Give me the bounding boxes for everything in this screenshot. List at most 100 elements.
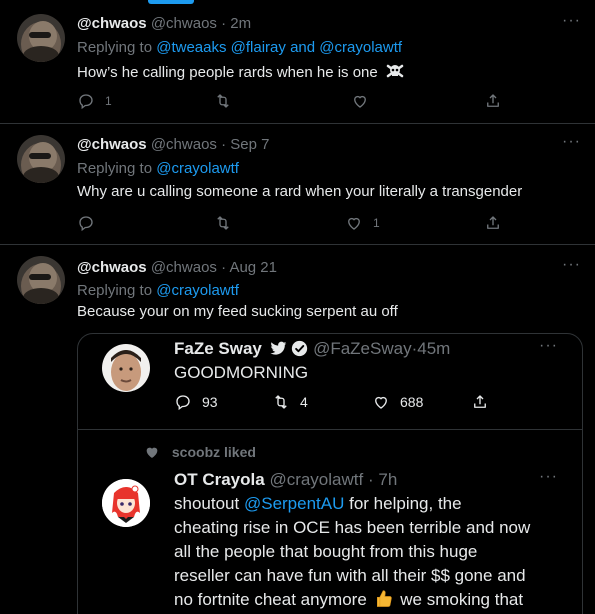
- quoted-tweet-card[interactable]: FaZe Sway @FaZeSway·45m ··· GOODMORNING …: [77, 333, 583, 614]
- more-options-icon[interactable]: ···: [562, 12, 581, 30]
- more-options-icon[interactable]: ···: [539, 337, 558, 355]
- quoted-tweet-text: GOODMORNING: [174, 363, 309, 382]
- like-count: 688: [400, 394, 424, 410]
- reply-button[interactable]: 1: [77, 92, 112, 110]
- separator-dot: ·: [367, 470, 374, 489]
- heart-filled-icon: [146, 447, 158, 458]
- like-button[interactable]: 1: [345, 214, 380, 232]
- tweet-text: Why are u calling someone a rard when yo…: [77, 183, 523, 200]
- text-segment: no fortnite cheat anymore: [174, 590, 367, 609]
- skull-and-crossbones-icon: [386, 64, 404, 78]
- replying-prefix: Replying to: [77, 282, 153, 299]
- retweet-icon: [275, 395, 287, 409]
- separator-dot: ·: [221, 15, 227, 32]
- quoted-tweet-header: FaZe Sway @FaZeSway·45m: [174, 339, 450, 359]
- avatar[interactable]: [102, 479, 150, 527]
- tweet-actions: 1: [77, 92, 507, 112]
- tweet-header: @chwaos @chwaos · Sep 7: [77, 136, 269, 153]
- avatar[interactable]: [17, 14, 65, 62]
- divider: [78, 429, 582, 430]
- tweet-header: @chwaos @chwaos · 2m: [77, 15, 251, 32]
- tweet-actions: 1: [77, 214, 507, 234]
- replying-to: Replying to @tweaaks @flairay and @crayo…: [77, 39, 402, 56]
- retweet-button[interactable]: [214, 214, 242, 232]
- display-name[interactable]: @chwaos: [77, 259, 147, 276]
- text-line: shoutout @SerpentAU for helping, the: [174, 492, 530, 516]
- user-handle[interactable]: @crayolawtf: [269, 470, 363, 489]
- mention-link[interactable]: @flairay: [231, 39, 286, 56]
- user-handle[interactable]: @FaZeSway: [313, 339, 412, 358]
- text-segment: shoutout: [174, 494, 240, 513]
- replying-joiner: and: [290, 39, 316, 56]
- text-segment: for helping, the: [349, 494, 462, 513]
- avatar[interactable]: [17, 256, 65, 304]
- quoted-tweet-text: shoutout @SerpentAU for helping, the che…: [174, 492, 530, 612]
- more-options-icon[interactable]: ···: [562, 133, 581, 151]
- like-count: 1: [373, 216, 380, 230]
- mention-link[interactable]: @tweaaks: [156, 39, 226, 56]
- separator-dot: ·: [221, 136, 227, 153]
- thumbs-up-icon: [376, 590, 392, 607]
- replying-prefix: Replying to: [77, 160, 153, 177]
- tweet-header: @chwaos @chwaos · Aug 21: [77, 259, 277, 276]
- text-line: no fortnite cheat anymore we smoking tha…: [174, 588, 530, 612]
- timestamp[interactable]: 45m: [417, 339, 450, 358]
- tweet-text: Because your on my feed sucking serpent …: [77, 303, 398, 320]
- tweet-item[interactable]: @chwaos @chwaos · 2m ··· Replying to @tw…: [0, 0, 595, 124]
- reply-icon: [79, 94, 93, 110]
- reply-count: 1: [105, 94, 112, 108]
- replying-to: Replying to @crayolawtf: [77, 282, 239, 299]
- display-name[interactable]: @chwaos: [77, 15, 147, 32]
- tweet-text-content: How’s he calling people rards when he is…: [77, 64, 378, 81]
- timestamp[interactable]: Aug 21: [229, 259, 277, 276]
- display-name[interactable]: @chwaos: [77, 136, 147, 153]
- more-options-icon[interactable]: ···: [539, 468, 558, 486]
- user-handle[interactable]: @chwaos: [151, 259, 217, 276]
- separator-dot: ·: [221, 259, 227, 276]
- reply-button[interactable]: 93: [174, 393, 218, 411]
- reply-count: 93: [202, 394, 218, 410]
- retweet-icon: [217, 216, 229, 230]
- mention-link[interactable]: @SerpentAU: [244, 494, 344, 513]
- text-line: all the people that bought from this hug…: [174, 542, 478, 561]
- like-button[interactable]: 688: [372, 393, 423, 411]
- tweet-actions: 93 4 688: [174, 393, 494, 413]
- heart-icon: [375, 396, 387, 409]
- reply-icon: [79, 216, 93, 232]
- share-button[interactable]: [471, 393, 489, 411]
- display-name[interactable]: OT Crayola: [174, 470, 265, 489]
- display-name[interactable]: FaZe Sway: [174, 339, 262, 358]
- social-context: scoobz liked: [144, 444, 256, 460]
- text-segment: we smoking that: [400, 590, 524, 609]
- mention-link[interactable]: @crayolawtf: [156, 282, 239, 299]
- avatar[interactable]: [102, 344, 150, 392]
- timestamp[interactable]: 7h: [378, 470, 397, 489]
- tweet-item[interactable]: @chwaos @chwaos · Sep 7 ··· Replying to …: [0, 124, 595, 245]
- reply-button[interactable]: [77, 214, 105, 232]
- share-button[interactable]: [484, 214, 502, 232]
- reply-icon: [176, 395, 190, 411]
- tweet-text: How’s he calling people rards when he is…: [77, 62, 404, 81]
- avatar[interactable]: [17, 135, 65, 183]
- like-button[interactable]: [351, 92, 379, 110]
- retweet-button[interactable]: [214, 92, 242, 110]
- user-handle[interactable]: @chwaos: [151, 15, 217, 32]
- heart-icon: [348, 217, 360, 230]
- liked-by-label[interactable]: scoobz liked: [172, 444, 256, 460]
- mention-link[interactable]: @crayolawtf: [319, 39, 402, 56]
- timestamp[interactable]: 2m: [230, 15, 251, 32]
- mention-link[interactable]: @crayolawtf: [156, 160, 239, 177]
- share-button[interactable]: [484, 92, 502, 110]
- quoted-tweet-header: OT Crayola @crayolawtf · 7h: [174, 470, 397, 490]
- retweet-count: 4: [300, 394, 308, 410]
- text-line: cheating rise in OCE has been terrible a…: [174, 518, 531, 537]
- more-options-icon[interactable]: ···: [562, 256, 581, 274]
- timestamp[interactable]: Sep 7: [230, 136, 269, 153]
- replying-to: Replying to @crayolawtf: [77, 160, 239, 177]
- user-handle[interactable]: @chwaos: [151, 136, 217, 153]
- retweet-button[interactable]: 4: [272, 393, 308, 411]
- share-icon: [487, 216, 499, 229]
- share-icon: [487, 94, 499, 107]
- twitter-bird-icon: [270, 341, 286, 355]
- verified-badge-icon: [292, 340, 308, 357]
